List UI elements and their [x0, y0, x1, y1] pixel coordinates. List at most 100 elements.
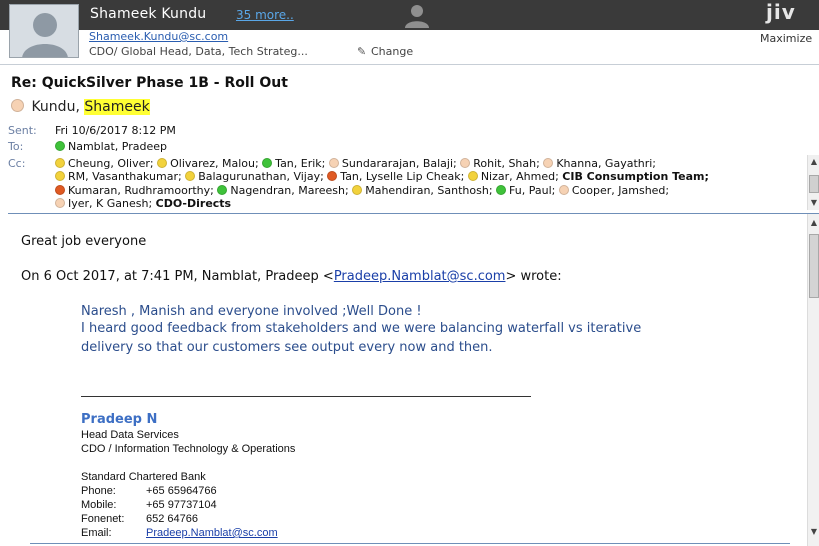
cc-recipient[interactable]: Kumaran, Rudhramoorthy; — [55, 184, 214, 197]
cc-recipient-name: Balagurunathan, Vijay; — [198, 170, 324, 184]
sender-firstname: Shameek — [84, 99, 150, 115]
presence-available-icon — [55, 141, 65, 151]
cc-recipient[interactable]: CDO-Directs — [156, 197, 231, 210]
avatar-placeholder-icon — [10, 5, 78, 57]
cc-recipient[interactable]: Balagurunathan, Vijay; — [185, 170, 324, 183]
scroll-down-arrow-icon[interactable]: ▼ — [809, 526, 819, 538]
scroll-up-arrow-icon[interactable]: ▲ — [809, 217, 819, 229]
cc-recipient-name: RM, Vasanthakumar; — [68, 170, 182, 184]
cc-recipient[interactable]: RM, Vasanthakumar; — [55, 170, 182, 183]
cc-recipient[interactable]: Iyer, K Ganesh; — [55, 197, 152, 210]
sender-row[interactable]: Kundu, Shameek — [11, 99, 150, 115]
scroll-down-arrow-icon[interactable]: ▼ — [809, 198, 819, 208]
cc-recipient[interactable]: Rohit, Shah; — [460, 157, 540, 170]
more-contacts-link[interactable]: 35 more.. — [236, 8, 294, 22]
contact-header-bar: Shameek Kundu 35 more.. jiv — [0, 0, 819, 30]
cc-recipient-name: Fu, Paul; — [509, 183, 556, 197]
cc-line: RM, Vasanthakumar; Balagurunathan, Vijay… — [55, 170, 805, 183]
presence-peach-icon — [558, 184, 569, 195]
signature-email: Email: Pradeep.Namblat@sc.com — [81, 527, 278, 539]
signature-role: Head Data Services — [81, 429, 179, 441]
cc-recipient[interactable]: CIB Consumption Team; — [562, 170, 709, 183]
cc-line: Kumaran, Rudhramoorthy; Nagendran, Maree… — [55, 184, 805, 197]
cc-recipient[interactable]: Tan, Lyselle Lip Cheak; — [327, 170, 464, 183]
signature-divider — [81, 396, 531, 397]
cc-recipient-name: Olivarez, Malou; — [170, 157, 259, 170]
maximize-button[interactable]: Maximize — [760, 32, 812, 45]
presence-peach-icon — [543, 158, 554, 168]
quoted-sender-email-link[interactable]: Pradeep.Namblat@sc.com — [334, 269, 506, 284]
fonenet-label: Fonenet: — [81, 513, 125, 525]
presence-yellow-icon — [55, 171, 65, 182]
cc-recipient[interactable]: Tan, Erik; — [262, 157, 325, 170]
presence-peach-icon — [55, 197, 65, 208]
presence-green-icon — [496, 184, 507, 195]
scrollbar-thumb[interactable] — [809, 234, 819, 298]
signature-department: CDO / Information Technology & Operation… — [81, 443, 296, 455]
cc-recipient[interactable]: Cooper, Jamshed; — [558, 183, 670, 197]
quoted-text-line: I heard good feedback from stakeholders … — [81, 321, 642, 336]
change-button[interactable]: ✎ Change — [357, 45, 413, 58]
cc-recipient[interactable]: Sundararajan, Balaji; — [328, 157, 457, 170]
scrollbar-thumb[interactable] — [809, 175, 819, 193]
cc-line: Iyer, K Ganesh; CDO-Directs — [55, 197, 805, 210]
cc-recipient-name: CDO-Directs — [155, 196, 232, 210]
divider — [0, 64, 819, 65]
sent-label: Sent: — [8, 124, 37, 137]
cc-line: Cheung, Oliver; Olivarez, Malou; Tan, Er… — [55, 157, 805, 170]
mobile-value: +65 97737104 — [146, 499, 217, 511]
phone-value: +65 65964766 — [146, 485, 217, 497]
cc-recipient[interactable]: Nizar, Ahmed; — [467, 170, 559, 184]
presence-green-icon — [262, 158, 273, 168]
to-recipient[interactable]: Namblat, Pradeep — [55, 140, 167, 153]
quoted-text-line: delivery so that our customers see outpu… — [81, 340, 493, 355]
cc-recipient[interactable]: Mahendiran, Santhosh; — [352, 183, 493, 197]
change-label: Change — [371, 45, 414, 58]
person-icon[interactable] — [402, 3, 432, 28]
avatar[interactable] — [9, 4, 79, 58]
cc-recipient-name: Nizar, Ahmed; — [480, 170, 559, 184]
cc-recipient-name: CIB Consumption Team; — [562, 170, 709, 184]
signature-mobile: Mobile: +65 97737104 — [81, 499, 217, 511]
presence-yellow-icon — [157, 158, 168, 168]
signature-name: Pradeep N — [81, 412, 158, 427]
cc-recipient-name: Nagendran, Mareesh; — [230, 183, 349, 197]
contact-name[interactable]: Shameek Kundu — [90, 6, 206, 22]
sent-value: Fri 10/6/2017 8:12 PM — [55, 124, 176, 137]
email-label: Email: — [81, 527, 112, 539]
cc-recipient[interactable]: Fu, Paul; — [496, 184, 555, 197]
cc-recipient[interactable]: Cheung, Oliver; — [55, 157, 154, 170]
cc-recipient[interactable]: Olivarez, Malou; — [157, 157, 259, 170]
cc-recipient[interactable]: Nagendran, Mareesh; — [217, 183, 349, 197]
presence-yellow-icon — [185, 171, 196, 182]
signature-email-link[interactable]: Pradeep.Namblat@sc.com — [146, 527, 278, 539]
cc-recipient-name: Iyer, K Ganesh; — [68, 196, 153, 210]
signature-company: Standard Chartered Bank — [81, 471, 206, 483]
signature-fonenet: Fonenet: 652 64766 — [81, 513, 198, 525]
cc-recipient-name: Sundararajan, Balaji; — [341, 157, 457, 170]
quote-attribution-suffix: > wrote: — [505, 269, 562, 284]
presence-peach-icon — [11, 99, 24, 112]
contact-email-link[interactable]: Shameek.Kundu@sc.com — [89, 30, 228, 43]
mobile-label: Mobile: — [81, 499, 117, 511]
cc-recipient[interactable]: Khanna, Gayathri; — [543, 157, 656, 170]
cc-recipient-name: Mahendiran, Santhosh; — [365, 183, 493, 197]
presence-green-icon — [217, 184, 228, 195]
cc-recipient-name: Cooper, Jamshed; — [571, 183, 670, 197]
cc-label: Cc: — [8, 157, 26, 170]
header-scrollbar[interactable]: ▲ ▼ — [807, 155, 819, 210]
message-scrollbar[interactable]: ▲ ▼ — [807, 214, 819, 546]
fonenet-value: 652 64766 — [146, 513, 198, 525]
presence-peach-icon — [460, 158, 471, 168]
to-label: To: — [8, 140, 24, 153]
presence-yellow-icon — [55, 158, 65, 168]
to-recipient-name: Namblat, Pradeep — [68, 140, 167, 153]
sender-surname: Kundu, — [31, 99, 80, 115]
cc-recipient-name: Tan, Lyselle Lip Cheak; — [340, 170, 465, 184]
presence-red-icon — [327, 171, 338, 182]
app-brand-logo: jiv — [766, 0, 796, 24]
scroll-up-arrow-icon[interactable]: ▲ — [809, 157, 819, 167]
message-subject: Re: QuickSilver Phase 1B - Roll Out — [11, 75, 288, 91]
message-body: Great job everyone On 6 Oct 2017, at 7:4… — [0, 214, 807, 546]
cc-recipient-name: Tan, Erik; — [275, 157, 326, 170]
